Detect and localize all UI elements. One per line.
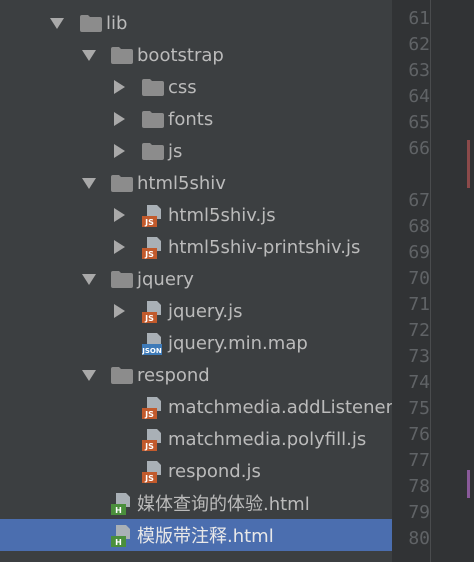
- line-number: 68: [408, 216, 430, 237]
- chevron-right-icon[interactable]: [114, 144, 125, 158]
- tree-folder-row[interactable]: respond: [0, 359, 392, 391]
- line-number: 78: [408, 476, 430, 497]
- svg-text:JS: JS: [144, 442, 154, 451]
- chevron-right-icon[interactable]: [114, 112, 125, 126]
- tree-item-label: bootstrap: [137, 44, 224, 66]
- svg-text:JS: JS: [144, 314, 154, 323]
- tree-file-row[interactable]: JS html5shiv.js: [0, 199, 392, 231]
- line-number: 79: [408, 502, 430, 523]
- folder-icon: [111, 367, 133, 384]
- chevron-right-icon[interactable]: [114, 80, 125, 94]
- line-number: 61: [408, 8, 430, 29]
- html-file-icon: H: [111, 525, 131, 547]
- folder-icon: [142, 143, 164, 160]
- js-file-icon: JS: [142, 301, 162, 323]
- chevron-down-icon[interactable]: [82, 178, 96, 189]
- editor-gutter: 61 62 63 64 65 66 67 68 69 70 71 72 73 74 75 76 77 78 79 80: [392, 0, 474, 562]
- line-number: 69: [408, 242, 430, 263]
- change-marker-red: [467, 140, 470, 188]
- line-number: 76: [408, 424, 430, 445]
- tree-item-label: jquery.js: [168, 300, 243, 322]
- line-number: 66: [408, 138, 430, 159]
- line-number: 63: [408, 60, 430, 81]
- js-file-icon: JS: [142, 461, 162, 483]
- tree-file-row[interactable]: JS jquery.js: [0, 295, 392, 327]
- tree-folder-row[interactable]: html5shiv: [0, 167, 392, 199]
- js-file-icon: JS: [142, 429, 162, 451]
- tree-folder-row[interactable]: bootstrap: [0, 39, 392, 71]
- js-file-icon: JS: [142, 237, 162, 259]
- line-number: 70: [408, 268, 430, 289]
- tree-item-label: lib: [106, 12, 128, 34]
- gutter-separator: [430, 0, 431, 562]
- svg-text:JS: JS: [144, 410, 154, 419]
- chevron-right-icon[interactable]: [114, 240, 125, 254]
- chevron-right-icon[interactable]: [114, 304, 125, 318]
- folder-icon: [111, 175, 133, 192]
- chevron-down-icon[interactable]: [82, 50, 96, 61]
- line-number: 73: [408, 346, 430, 367]
- folder-icon: [111, 47, 133, 64]
- js-file-icon: JS: [142, 205, 162, 227]
- line-number: 67: [408, 190, 430, 211]
- svg-text:JS: JS: [144, 474, 154, 483]
- svg-text:JSON: JSON: [142, 347, 162, 355]
- tree-item-label: html5shiv.js: [168, 204, 276, 226]
- tree-item-label: respond: [137, 364, 210, 386]
- chevron-down-icon[interactable]: [50, 18, 64, 29]
- tree-file-row[interactable]: JS matchmedia.polyfill.js: [0, 423, 392, 455]
- svg-text:JS: JS: [144, 218, 154, 227]
- tree-item-label: css: [168, 76, 197, 98]
- svg-text:H: H: [115, 506, 122, 515]
- svg-text:H: H: [115, 538, 122, 547]
- line-number: 77: [408, 450, 430, 471]
- folder-icon: [142, 111, 164, 128]
- line-number: 74: [408, 372, 430, 393]
- tree-folder-row[interactable]: css: [0, 71, 392, 103]
- tree-folder-row[interactable]: jquery: [0, 263, 392, 295]
- tree-item-label: js: [168, 140, 183, 162]
- folder-icon: [142, 79, 164, 96]
- change-marker-purple: [467, 470, 470, 498]
- html-file-icon: H: [111, 493, 131, 515]
- line-number: 62: [408, 34, 430, 55]
- tree-file-row[interactable]: JS matchmedia.addListener.js: [0, 391, 392, 423]
- folder-icon: [111, 271, 133, 288]
- svg-text:JS: JS: [144, 250, 154, 259]
- chevron-down-icon[interactable]: [82, 370, 96, 381]
- tree-folder-row[interactable]: lib: [0, 7, 392, 39]
- tree-file-row[interactable]: JS html5shiv-printshiv.js: [0, 231, 392, 263]
- line-number: 71: [408, 294, 430, 315]
- tree-item-label: matchmedia.addListener.js: [168, 396, 392, 418]
- tree-file-row[interactable]: JSON jquery.min.map: [0, 327, 392, 359]
- line-number: 65: [408, 112, 430, 133]
- line-number: 80: [408, 528, 430, 549]
- tree-file-row[interactable]: JS respond.js: [0, 455, 392, 487]
- tree-file-row[interactable]: H 模版带注释.html: [0, 519, 392, 551]
- chevron-right-icon[interactable]: [114, 208, 125, 222]
- folder-icon: [80, 15, 102, 32]
- tree-item-label: html5shiv-printshiv.js: [168, 236, 361, 258]
- line-number: 72: [408, 320, 430, 341]
- tree-item-label: jquery.min.map: [168, 332, 308, 354]
- tree-folder-row[interactable]: fonts: [0, 103, 392, 135]
- tree-item-label: fonts: [168, 108, 214, 130]
- tree-item-label: html5shiv: [137, 172, 226, 194]
- json-file-icon: JSON: [141, 333, 162, 355]
- tree-item-label: matchmedia.polyfill.js: [168, 428, 367, 450]
- tree-file-row[interactable]: H 媒体查询的体验.html: [0, 487, 392, 519]
- line-number: 64: [408, 86, 430, 107]
- line-number: 75: [408, 398, 430, 419]
- project-tree: lib bootstrap css fonts js html5shiv JS html5sh…: [0, 0, 392, 562]
- js-file-icon: JS: [142, 397, 162, 419]
- tree-folder-row[interactable]: js: [0, 135, 392, 167]
- tree-item-label: 媒体查询的体验.html: [137, 494, 310, 515]
- tree-item-label: 模版带注释.html: [137, 526, 274, 547]
- tree-item-label: respond.js: [168, 460, 261, 482]
- chevron-down-icon[interactable]: [82, 274, 96, 285]
- tree-item-label: jquery: [137, 268, 194, 290]
